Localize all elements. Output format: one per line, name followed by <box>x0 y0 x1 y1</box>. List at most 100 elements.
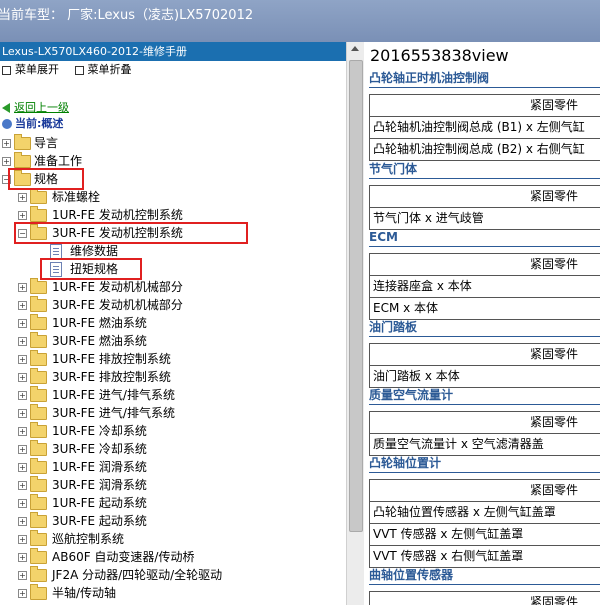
tree-item-label: 1UR-FE 起动系统 <box>52 496 147 510</box>
section-heading: 节气门体 <box>369 160 600 179</box>
section-heading: 质量空气流量计 <box>369 386 600 405</box>
tree-item-label: 巡航控制系统 <box>52 532 125 546</box>
tree-item-label: 半轴/传动轴 <box>52 586 117 600</box>
column-header: 紧固零件 <box>370 411 600 434</box>
expand-toggle-icon[interactable]: + <box>18 427 27 436</box>
folder-icon <box>30 314 47 330</box>
folder-icon <box>30 476 47 492</box>
highlight-box-torque-specs <box>40 258 142 280</box>
current-row: 当前:概述 <box>0 116 346 132</box>
expand-toggle-icon[interactable]: + <box>18 445 27 454</box>
folder-icon <box>30 188 47 204</box>
table-row: 油门踏板 x 本体 <box>370 366 600 388</box>
menu-toolbar: 菜单展开 菜单折叠 <box>0 61 346 78</box>
collapse-icon <box>74 65 84 75</box>
scroll-thumb[interactable] <box>349 60 363 532</box>
table-row: VVT 传感器 x 右侧气缸盖罩 <box>370 546 600 568</box>
expand-menu-button[interactable]: 菜单展开 <box>2 63 59 76</box>
tree-item-label: JF2A 分动器/四轮驱动/全轮驱动 <box>52 568 223 582</box>
back-link[interactable]: 返回上一级 <box>14 101 69 114</box>
page-title: 2016553838view <box>370 46 509 65</box>
user-icon <box>2 119 12 129</box>
folder-icon <box>30 566 47 582</box>
folder-icon <box>30 458 47 474</box>
expand-toggle-icon[interactable]: + <box>18 499 27 508</box>
section-mass-air-flow-meter: 质量空气流量计 紧固零件 质量空气流量计 x 空气滤清器盖 <box>369 386 600 456</box>
folder-icon <box>30 332 47 348</box>
section-throttle-body: 节气门体 紧固零件 节气门体 x 进气歧管 <box>369 160 600 230</box>
expand-toggle-icon[interactable]: + <box>18 517 27 526</box>
folder-icon <box>30 368 47 384</box>
expand-toggle-icon[interactable]: + <box>18 571 27 580</box>
expand-toggle-icon[interactable]: + <box>18 463 27 472</box>
folder-icon <box>30 584 47 600</box>
window-title: 当前车型： 厂家:Lexus（凌志)LX5702012 <box>0 8 254 23</box>
tree-item-label: 1UR-FE 冷却系统 <box>52 424 147 438</box>
spec-table: 紧固零件 凸轮轴机油控制阀总成 (B1) x 左侧气缸 凸轮轴机油控制阀总成 (… <box>369 94 600 161</box>
back-row: 返回上一级 <box>0 100 346 116</box>
folder-icon <box>30 206 47 222</box>
tree-item-label: 1UR-FE 燃油系统 <box>52 316 147 330</box>
section-camshaft-timing-oil-control-valve: 凸轮轴正时机油控制阀 紧固零件 凸轮轴机油控制阀总成 (B1) x 左侧气缸 凸… <box>369 69 600 161</box>
table-row: 连接器座盒 x 本体 <box>370 276 600 298</box>
expand-toggle-icon[interactable]: + <box>18 481 27 490</box>
column-header: 紧固零件 <box>370 479 600 502</box>
expand-toggle-icon[interactable]: + <box>18 301 27 310</box>
expand-toggle-icon[interactable]: + <box>18 373 27 382</box>
folder-icon <box>14 134 31 150</box>
table-row: VVT 传感器 x 左侧气缸盖罩 <box>370 524 600 546</box>
spec-table: 紧固零件 凸轮轴位置传感器 x 左侧气缸盖罩 VVT 传感器 x 左侧气缸盖罩 … <box>369 479 600 568</box>
spec-table: 紧固零件 质量空气流量计 x 空气滤清器盖 <box>369 411 600 456</box>
expand-toggle-icon[interactable]: + <box>18 337 27 346</box>
section-crankshaft-position-sensor: 曲轴位置传感器 紧固零件 <box>369 566 600 605</box>
table-row: ECM x 本体 <box>370 298 600 320</box>
expand-toggle-icon[interactable]: + <box>18 211 27 220</box>
scroll-up-icon[interactable] <box>351 46 359 51</box>
expand-toggle-icon[interactable]: + <box>18 391 27 400</box>
table-row: 凸轮轴位置传感器 x 左侧气缸盖罩 <box>370 502 600 524</box>
column-header: 紧固零件 <box>370 253 600 276</box>
folder-icon <box>30 530 47 546</box>
tree-item-label: 3UR-FE 发动机机械部分 <box>52 298 183 312</box>
folder-icon <box>30 386 47 402</box>
table-row: 凸轮轴机油控制阀总成 (B1) x 左侧气缸 <box>370 117 600 139</box>
expand-toggle-icon[interactable]: + <box>18 589 27 598</box>
expand-toggle-icon[interactable]: + <box>2 157 11 166</box>
expand-toggle-icon[interactable]: + <box>18 193 27 202</box>
spec-table: 紧固零件 节气门体 x 进气歧管 <box>369 185 600 230</box>
section-ecm: ECM 紧固零件 连接器座盒 x 本体 ECM x 本体 <box>369 228 600 320</box>
expand-toggle-icon[interactable]: + <box>18 283 27 292</box>
folder-icon <box>30 350 47 366</box>
collapse-menu-button[interactable]: 菜单折叠 <box>74 63 132 76</box>
expand-toggle-icon[interactable]: + <box>18 319 27 328</box>
table-row: 节气门体 x 进气歧管 <box>370 208 600 230</box>
tree-item-label: 3UR-FE 燃油系统 <box>52 334 147 348</box>
expand-toggle-icon[interactable]: + <box>18 553 27 562</box>
folder-icon <box>30 296 47 312</box>
expand-toggle-icon[interactable]: + <box>2 139 11 148</box>
folder-icon <box>14 152 31 168</box>
expand-toggle-icon[interactable]: + <box>18 535 27 544</box>
folder-icon <box>30 512 47 528</box>
vertical-scrollbar[interactable] <box>346 42 364 605</box>
section-heading: 凸轮轴位置计 <box>369 454 600 473</box>
expand-toggle-icon[interactable]: + <box>18 409 27 418</box>
folder-icon <box>30 422 47 438</box>
current-label: 当前: <box>15 117 42 130</box>
expand-toggle-icon[interactable]: + <box>18 355 27 364</box>
section-heading: 油门踏板 <box>369 318 600 337</box>
column-header: 紧固零件 <box>370 591 600 605</box>
tree-item-label: 3UR-FE 进气/排气系统 <box>52 406 175 420</box>
folder-icon <box>30 548 47 564</box>
navigation-panel: Lexus-LX570LX460-2012-维修手册 菜单展开 菜单折叠 返回上… <box>0 42 346 605</box>
tree-item-label: 标准螺栓 <box>52 190 101 204</box>
collapse-menu-label: 菜单折叠 <box>87 63 132 76</box>
section-heading: 曲轴位置传感器 <box>369 566 600 585</box>
tree-item-label: 1UR-FE 进气/排气系统 <box>52 388 175 402</box>
section-camshaft-position: 凸轮轴位置计 紧固零件 凸轮轴位置传感器 x 左侧气缸盖罩 VVT 传感器 x … <box>369 454 600 568</box>
title-bar: 当前车型： 厂家:Lexus（凌志)LX5702012 <box>0 0 600 42</box>
folder-icon <box>30 278 47 294</box>
section-heading: 凸轮轴正时机油控制阀 <box>369 69 600 88</box>
current-value: 概述 <box>41 117 64 130</box>
folder-icon <box>30 494 47 510</box>
